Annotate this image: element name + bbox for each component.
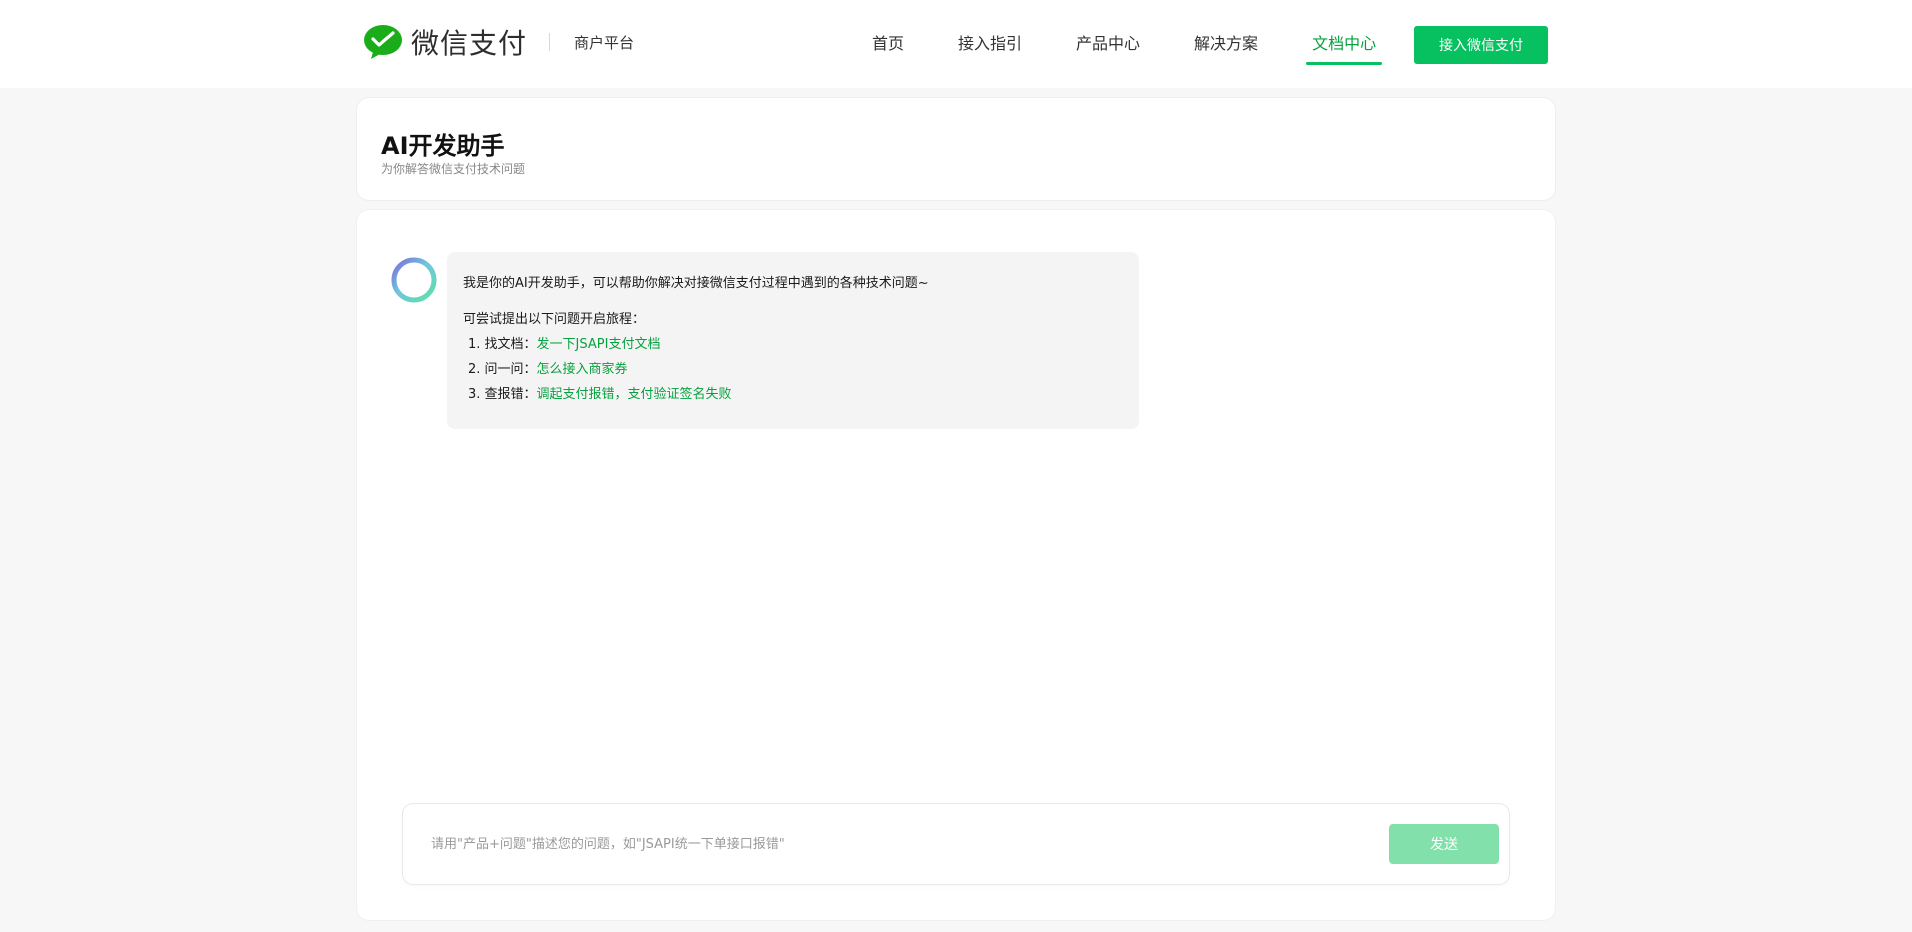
brand-name: 微信支付 <box>411 27 528 60</box>
main-nav: 首页 接入指引 产品中心 解决方案 文档中心 <box>870 26 1428 65</box>
page-title: AI开发助手 <box>381 132 505 160</box>
suggestion-link-jsapi-doc[interactable]: 发一下JSAPI支付文档 <box>537 337 661 352</box>
page-subtitle: 为你解答微信支付技术问题 <box>381 162 526 176</box>
brand-subtitle: 商户平台 <box>574 33 635 52</box>
suggestion-list: 1. 找文档：发一下JSAPI支付文档 2. 问一问：怎么接入商家券 3. 查报… <box>463 335 1123 405</box>
suggestion-prefix: 3. 查报错： <box>468 387 537 402</box>
ai-assistant-ring-icon <box>390 256 438 304</box>
suggestion-item: 1. 找文档：发一下JSAPI支付文档 <box>463 335 1123 355</box>
suggestion-prefix: 1. 找文档： <box>468 337 537 352</box>
chat-panel: 我是你的AI开发助手，可以帮助你解决对接微信支付过程中遇到的各种技术问题~ 可尝… <box>357 210 1555 920</box>
nav-solutions[interactable]: 解决方案 <box>1192 26 1260 62</box>
suggestion-item: 2. 问一问：怎么接入商家券 <box>463 360 1123 380</box>
title-card: AI开发助手 为你解答微信支付技术问题 <box>357 98 1555 200</box>
nav-home[interactable]: 首页 <box>870 26 906 62</box>
top-header: 微信支付 商户平台 首页 接入指引 产品中心 解决方案 文档中心 接入微信支付 <box>0 0 1912 88</box>
question-input[interactable] <box>431 828 1331 860</box>
access-wechat-pay-button[interactable]: 接入微信支付 <box>1414 26 1548 64</box>
suggestion-heading: 可尝试提出以下问题开启旅程： <box>463 312 646 327</box>
assistant-message: 我是你的AI开发助手，可以帮助你解决对接微信支付过程中遇到的各种技术问题~ 可尝… <box>447 252 1139 429</box>
assistant-intro-text: 我是你的AI开发助手，可以帮助你解决对接微信支付过程中遇到的各种技术问题~ <box>463 276 929 291</box>
suggestion-prefix: 2. 问一问： <box>468 362 537 377</box>
send-button[interactable]: 发送 <box>1389 824 1499 864</box>
chat-input-bar: 发送 <box>403 804 1509 884</box>
suggestion-item: 3. 查报错：调起支付报错，支付验证签名失败 <box>463 385 1123 405</box>
nav-access-guide[interactable]: 接入指引 <box>956 26 1024 62</box>
nav-product-center[interactable]: 产品中心 <box>1074 26 1142 62</box>
brand-divider <box>549 33 551 51</box>
wechat-pay-logo-icon <box>363 24 403 60</box>
nav-doc-center[interactable]: 文档中心 <box>1306 26 1383 65</box>
suggestion-link-sign-error[interactable]: 调起支付报错，支付验证签名失败 <box>537 387 732 402</box>
brand[interactable]: 微信支付 商户平台 <box>363 22 634 62</box>
suggestion-link-merchant-coupon[interactable]: 怎么接入商家券 <box>537 362 628 377</box>
